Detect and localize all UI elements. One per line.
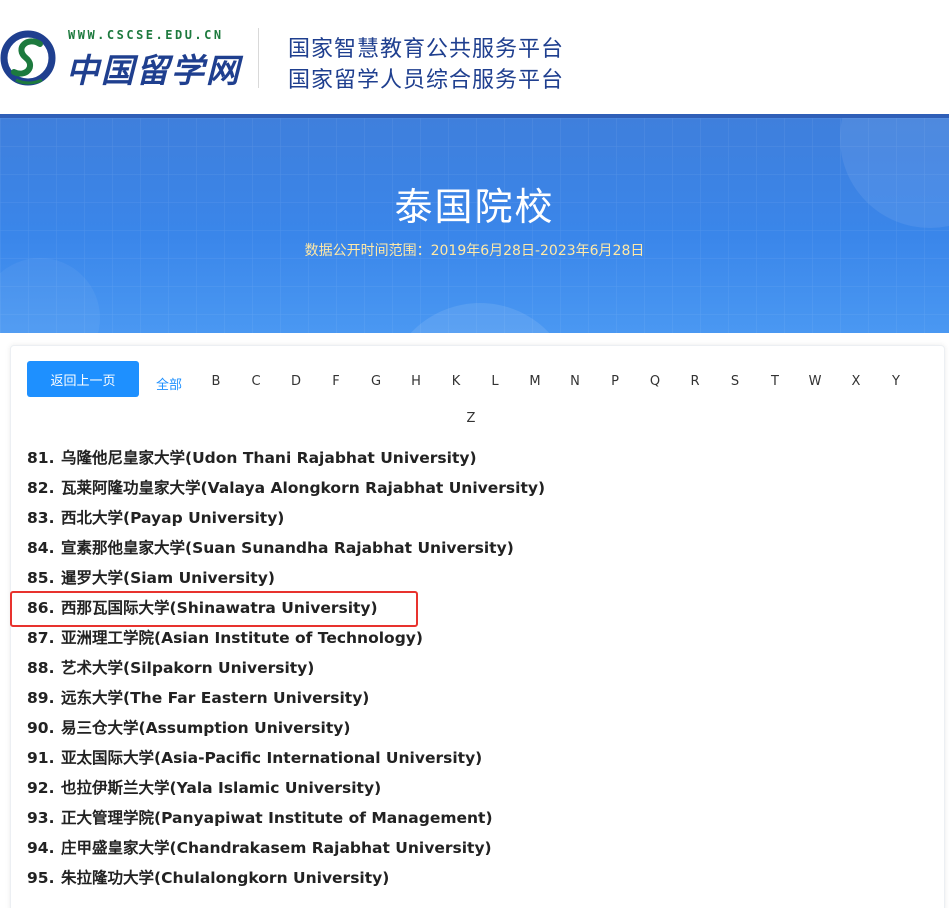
platform-title-1: 国家智慧教育公共服务平台	[288, 37, 565, 62]
school-number: 91.	[27, 749, 55, 767]
list-item[interactable]: 87. 亚洲理工学院(Asian Institute of Technology)	[27, 627, 545, 657]
school-name[interactable]: 正大管理学院(Panyapiwat Institute of Managemen…	[61, 809, 493, 827]
school-number: 87.	[27, 629, 55, 647]
filter-letter-n[interactable]: N	[560, 374, 590, 389]
list-item[interactable]: 83. 西北大学(Payap University)	[27, 507, 545, 537]
logo-text[interactable]: 中国留学网	[66, 44, 241, 92]
logo-url[interactable]: WWW.CSCSE.EDU.CN	[68, 28, 224, 42]
school-number: 81.	[27, 449, 55, 467]
cscse-logo-icon[interactable]	[0, 26, 58, 90]
filter-letter-m[interactable]: M	[520, 374, 550, 389]
school-number: 85.	[27, 569, 55, 587]
filter-letter-y[interactable]: Y	[881, 374, 911, 389]
page-banner: 泰国院校 数据公开时间范围：2019年6月28日-2023年6月28日	[0, 114, 949, 333]
school-name[interactable]: 远东大学(The Far Eastern University)	[61, 689, 369, 707]
school-number: 92.	[27, 779, 55, 797]
filter-letter-q[interactable]: Q	[640, 374, 670, 389]
school-name[interactable]: 瓦莱阿隆功皇家大学(Valaya Alongkorn Rajabhat Univ…	[61, 479, 545, 497]
school-number: 95.	[27, 869, 55, 887]
filter-letter-w[interactable]: W	[800, 374, 830, 389]
list-item[interactable]: 92. 也拉伊斯兰大学(Yala Islamic University)	[27, 777, 545, 807]
page-title: 泰国院校	[394, 185, 555, 229]
list-item[interactable]: 90. 易三仓大学(Assumption University)	[27, 717, 545, 747]
school-number: 89.	[27, 689, 55, 707]
school-name[interactable]: 易三仓大学(Assumption University)	[61, 719, 350, 737]
list-item[interactable]: 89. 远东大学(The Far Eastern University)	[27, 687, 545, 717]
school-number: 88.	[27, 659, 55, 677]
school-name[interactable]: 西北大学(Payap University)	[61, 509, 284, 527]
filter-letter-d[interactable]: D	[281, 374, 311, 389]
filter-letter-h[interactable]: H	[401, 374, 431, 389]
school-name[interactable]: 也拉伊斯兰大学(Yala Islamic University)	[61, 779, 381, 797]
school-name[interactable]: 亚洲理工学院(Asian Institute of Technology)	[61, 629, 423, 647]
filter-letter-f[interactable]: F	[321, 374, 351, 389]
filter-letter-s[interactable]: S	[720, 374, 750, 389]
school-list: 81. 乌隆他尼皇家大学(Udon Thani Rajabhat Universi…	[27, 447, 545, 897]
school-name[interactable]: 亚太国际大学(Asia-Pacific International Univer…	[61, 749, 482, 767]
site-header: WWW.CSCSE.EDU.CN 中国留学网 国家智慧教育公共服务平台 国家留学…	[0, 0, 949, 114]
school-name[interactable]: 艺术大学(Silpakorn University)	[61, 659, 314, 677]
school-name[interactable]: 庄甲盛皇家大学(Chandrakasem Rajabhat University…	[61, 839, 492, 857]
list-item[interactable]: 82. 瓦莱阿隆功皇家大学(Valaya Alongkorn Rajabhat U…	[27, 477, 545, 507]
filter-letter-t[interactable]: T	[760, 374, 790, 389]
header-divider	[258, 28, 259, 88]
filter-letter-p[interactable]: P	[600, 374, 630, 389]
school-number: 84.	[27, 539, 55, 557]
school-name[interactable]: 暹罗大学(Siam University)	[61, 569, 275, 587]
school-number: 83.	[27, 509, 55, 527]
list-item[interactable]: 81. 乌隆他尼皇家大学(Udon Thani Rajabhat Universi…	[27, 447, 545, 477]
school-number: 94.	[27, 839, 55, 857]
filter-letter-l[interactable]: L	[480, 374, 510, 389]
school-number: 93.	[27, 809, 55, 827]
school-name[interactable]: 朱拉隆功大学(Chulalongkorn University)	[61, 869, 389, 887]
filter-letter-c[interactable]: C	[241, 374, 271, 389]
school-list-card: 返回上一页 全部 B C D F G H K L M N P Q R S T W…	[10, 345, 945, 908]
school-number: 90.	[27, 719, 55, 737]
highlight-box	[10, 591, 418, 627]
platform-title-2: 国家留学人员综合服务平台	[288, 68, 565, 93]
filter-letter-r[interactable]: R	[680, 374, 710, 389]
school-name[interactable]: 宣素那他皇家大学(Suan Sunandha Rajabhat Universi…	[61, 539, 514, 557]
data-date-range: 数据公开时间范围：2019年6月28日-2023年6月28日	[304, 243, 645, 259]
list-item[interactable]: 88. 艺术大学(Silpakorn University)	[27, 657, 545, 687]
filter-all[interactable]: 全部	[149, 374, 189, 393]
school-name[interactable]: 乌隆他尼皇家大学(Udon Thani Rajabhat University)	[61, 449, 477, 467]
list-item[interactable]: 95. 朱拉隆功大学(Chulalongkorn University)	[27, 867, 545, 897]
filter-letter-b[interactable]: B	[201, 374, 231, 389]
school-number: 82.	[27, 479, 55, 497]
list-item[interactable]: 84. 宣素那他皇家大学(Suan Sunandha Rajabhat Unive…	[27, 537, 545, 567]
back-button[interactable]: 返回上一页	[27, 361, 139, 397]
filter-letter-z[interactable]: Z	[456, 411, 486, 426]
list-item[interactable]: 93. 正大管理学院(Panyapiwat Institute of Manage…	[27, 807, 545, 837]
list-item[interactable]: 94. 庄甲盛皇家大学(Chandrakasem Rajabhat Univers…	[27, 837, 545, 867]
filter-letter-g[interactable]: G	[361, 374, 391, 389]
filter-letter-k[interactable]: K	[441, 374, 471, 389]
list-item[interactable]: 91. 亚太国际大学(Asia-Pacific International Uni…	[27, 747, 545, 777]
filter-letter-x[interactable]: X	[841, 374, 871, 389]
